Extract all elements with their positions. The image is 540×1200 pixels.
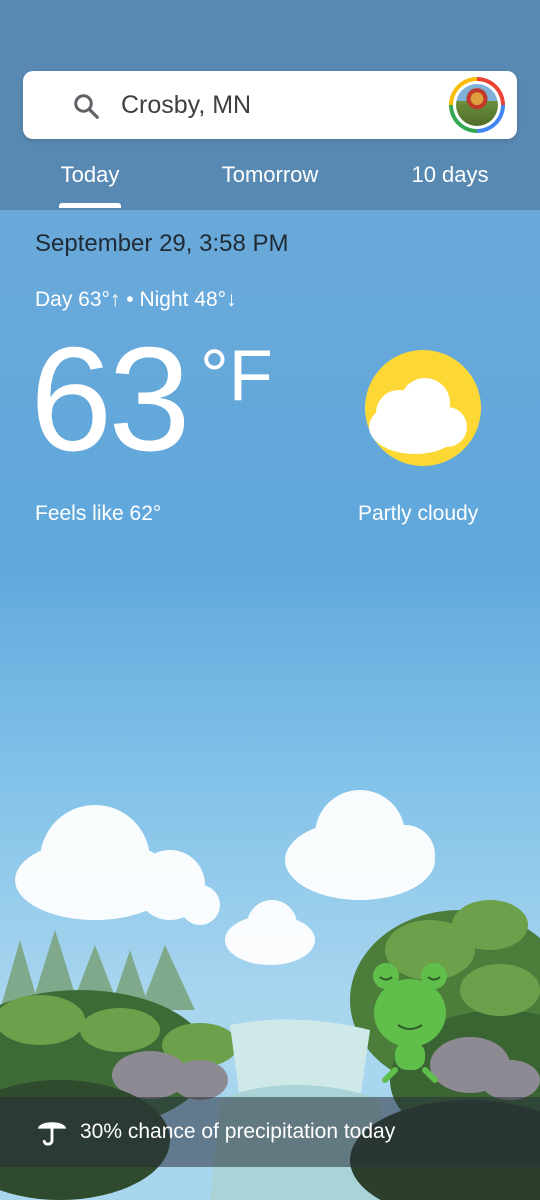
search-icon[interactable]	[71, 91, 101, 121]
day-night-temps: Day 63°↑ • Night 48°↓	[35, 288, 237, 311]
umbrella-icon	[37, 1122, 67, 1146]
current-datetime: September 29, 3:58 PM	[35, 230, 289, 257]
tab-today[interactable]: Today	[40, 155, 140, 195]
avatar[interactable]	[449, 77, 505, 133]
temperature-unit: °F	[200, 336, 273, 416]
tab-10-days[interactable]: 10 days	[395, 155, 505, 195]
current-temperature: 63	[30, 317, 191, 482]
precipitation-text[interactable]: 30% chance of precipitation today	[80, 1097, 395, 1167]
avatar-photo	[456, 84, 498, 126]
tab-indicator	[59, 203, 121, 208]
feels-like: Feels like 62°	[35, 502, 162, 525]
search-bar[interactable]: Crosby, MN	[23, 71, 517, 139]
tab-tomorrow[interactable]: Tomorrow	[200, 155, 340, 195]
search-location-text[interactable]: Crosby, MN	[121, 71, 251, 139]
condition-text: Partly cloudy	[358, 502, 479, 525]
partly-cloudy-icon	[365, 350, 481, 466]
avatar-ring-inner	[453, 81, 501, 129]
